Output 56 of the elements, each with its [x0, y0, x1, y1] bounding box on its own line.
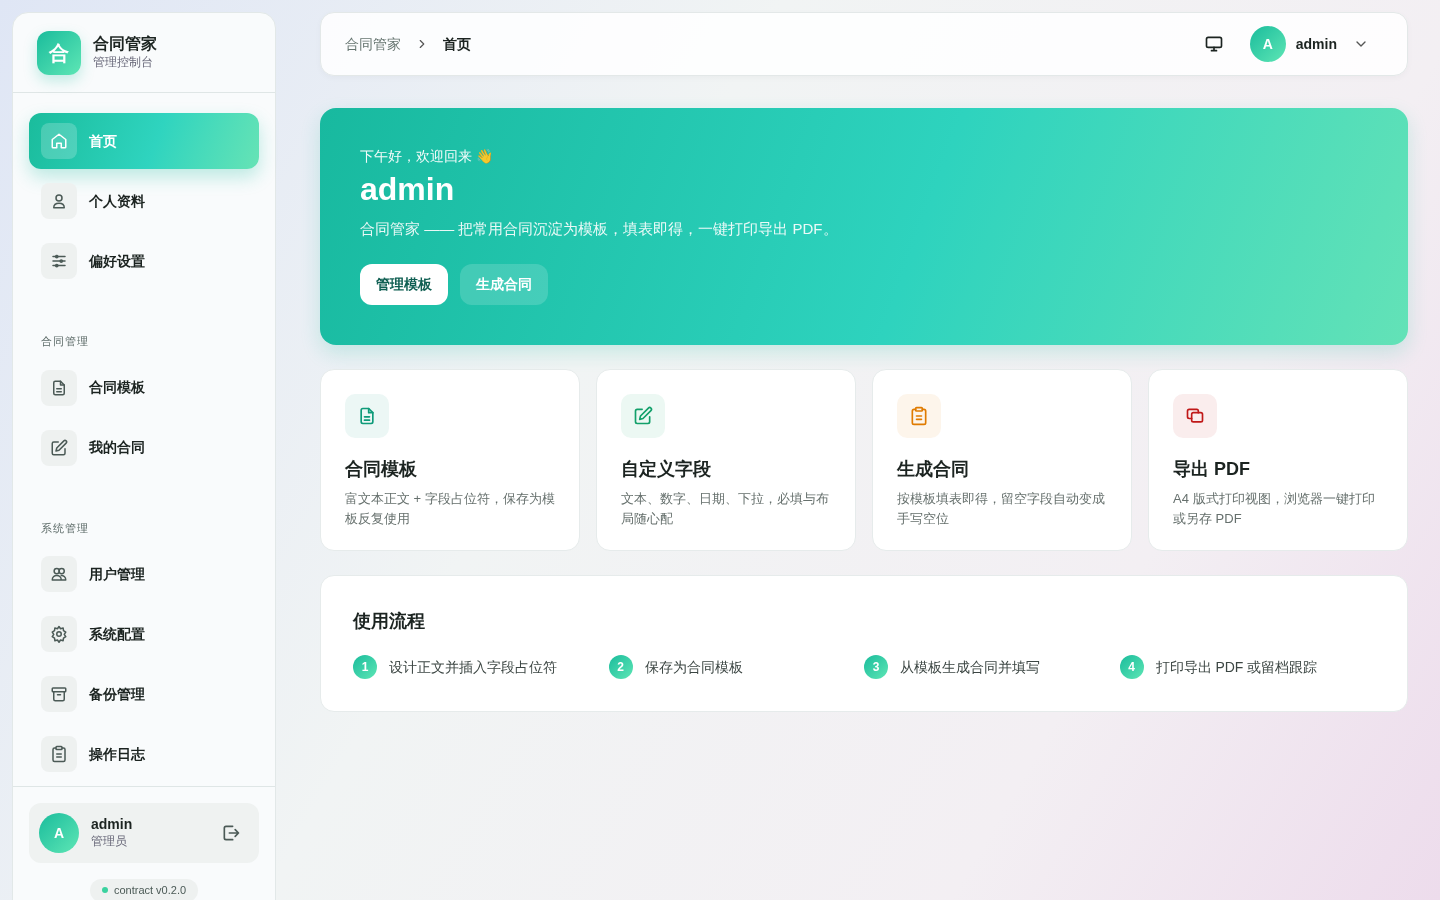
- clipboard-icon: [50, 745, 68, 763]
- step-text: 保存为合同模板: [644, 657, 743, 677]
- logout-icon: [221, 823, 241, 843]
- step-text: 打印导出 PDF 或留档跟踪: [1155, 657, 1318, 677]
- section-heading: 系统管理: [40, 520, 90, 536]
- home-icon: [50, 132, 68, 150]
- user-name: admin: [360, 170, 456, 209]
- feature-title: 自定义字段: [621, 458, 712, 482]
- users-icon: [50, 565, 68, 583]
- feature-title: 导出 PDF: [1173, 458, 1251, 482]
- edit-icon: [50, 438, 68, 457]
- workflow-title: 使用流程: [353, 610, 426, 634]
- user-avatar: A: [1249, 26, 1286, 62]
- user-avatar: A: [39, 813, 79, 853]
- section-heading: 合同管理: [40, 334, 90, 349]
- step-text: 从模板生成合同并填写: [900, 657, 1040, 677]
- step-number: 1: [353, 655, 377, 680]
- version-text: contract v0.2.0: [113, 883, 187, 898]
- nav-item[interactable]: 用户管理: [29, 546, 259, 602]
- nav-item[interactable]: 备份管理: [29, 666, 259, 722]
- nav-item[interactable]: 个人资料: [29, 173, 259, 229]
- feature-description: 按模板填表即得，留空字段自动变成手写空位: [897, 490, 1106, 529]
- feature-title: 生成合同: [897, 458, 970, 482]
- user-role: 管理员: [91, 833, 128, 851]
- monitor-icon: [1203, 34, 1224, 54]
- app-title: 合同管家: [93, 33, 157, 54]
- step-number: 3: [864, 655, 888, 680]
- breadcrumb-link[interactable]: 首页: [443, 33, 471, 55]
- step-text: 设计正文并插入字段占位符: [389, 657, 557, 677]
- archive-icon: [50, 685, 68, 703]
- sliders-icon: [50, 252, 68, 270]
- feature-description: A4 版式打印视图，浏览器一键打印或另存 PDF: [1173, 490, 1376, 529]
- breadcrumb-link[interactable]: 合同管家: [345, 33, 401, 55]
- feature-description: 富文本正文 + 字段占位符，保存为模板反复使用: [345, 490, 555, 529]
- feature-description: 文本、数字、日期、下拉，必填与布局随心配: [621, 490, 830, 529]
- app-logo: 合: [37, 30, 81, 75]
- step-number: 2: [608, 655, 633, 680]
- nav-item[interactable]: 系统配置: [29, 606, 259, 662]
- step-number: 4: [1119, 655, 1144, 680]
- status-dot: [101, 887, 108, 894]
- user-icon: [50, 192, 68, 210]
- user-name: admin: [91, 815, 134, 833]
- user-name: admin: [1295, 34, 1337, 54]
- feature-title: 合同模板: [345, 458, 418, 482]
- app-subtitle: 管理控制台: [93, 54, 154, 72]
- greeting-text: 下午好，欢迎回来 👋: [360, 147, 494, 166]
- document-icon: [50, 378, 68, 397]
- manage-templates-button[interactable]: 管理模板: [360, 264, 448, 306]
- nav-item[interactable]: 我的合同: [29, 419, 259, 476]
- nav-item[interactable]: 操作日志: [29, 726, 259, 782]
- tagline-text: 合同管家 —— 把常用合同沉淀为模板，填表即得，一键打印导出 PDF。: [360, 218, 839, 239]
- nav-item[interactable]: 偏好设置: [29, 233, 259, 289]
- nav-item[interactable]: 合同模板: [29, 359, 259, 416]
- settings-icon: [50, 625, 68, 643]
- user-card[interactable]: A admin 管理员: [29, 803, 259, 863]
- user-menu[interactable]: A admin: [1249, 26, 1383, 62]
